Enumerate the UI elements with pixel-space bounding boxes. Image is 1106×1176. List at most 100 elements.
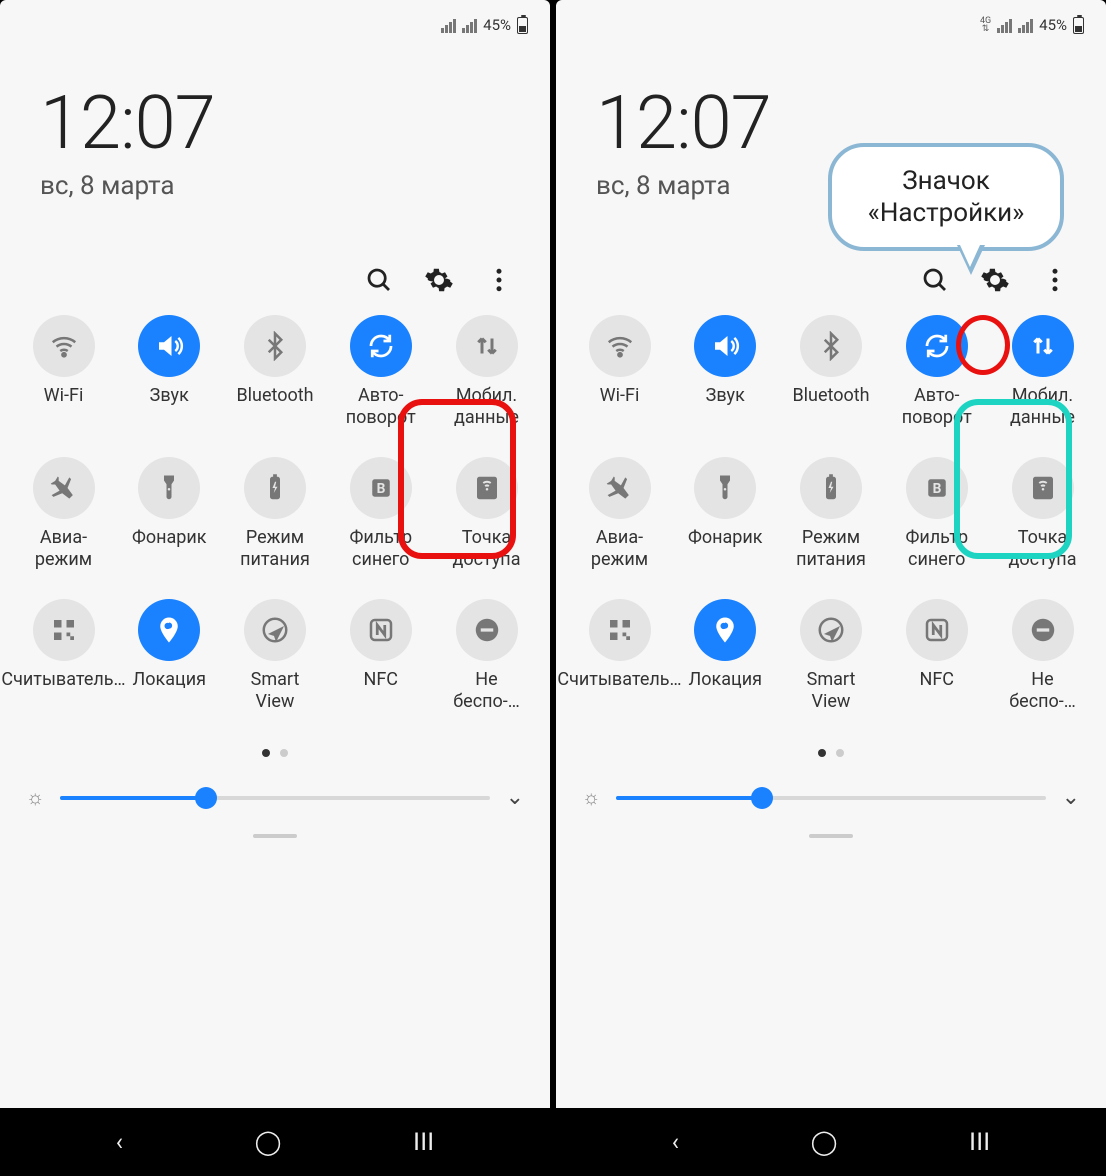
search-icon[interactable] — [362, 263, 396, 297]
tile-label: Wi-Fi — [44, 385, 84, 429]
location-icon — [694, 599, 756, 661]
drag-handle[interactable] — [0, 828, 550, 846]
search-icon[interactable] — [918, 263, 952, 297]
signal-sim1-icon — [997, 17, 1012, 33]
tile-nfc[interactable]: NFC — [889, 599, 984, 713]
nav-recent[interactable]: ⵏⵏⵏ — [969, 1128, 990, 1156]
bluetooth-icon — [800, 315, 862, 377]
tile-hotspot[interactable]: Точка доступа — [439, 457, 534, 571]
tile-label: Мобил. данные — [1010, 385, 1075, 429]
nav-home[interactable]: ◯ — [811, 1128, 838, 1156]
nav-recent[interactable]: ⵏⵏⵏ — [413, 1128, 434, 1156]
bluetooth-icon — [244, 315, 306, 377]
qr-icon — [589, 599, 651, 661]
tile-label: Авиа- режим — [591, 527, 648, 571]
status-bar: 45% — [0, 0, 550, 50]
phone-right: 4G⇅ 45% 12:07 вс, 8 марта Wi-FiЗвукBluet… — [556, 0, 1106, 1176]
tile-sound[interactable]: Звук — [678, 315, 773, 429]
tile-label: Звук — [706, 385, 745, 429]
tile-smartview[interactable]: Smart View — [784, 599, 879, 713]
tile-label: Не беспо-… — [453, 669, 520, 713]
tile-hotspot[interactable]: Точка доступа — [995, 457, 1090, 571]
tile-dnd[interactable]: Не беспо-… — [439, 599, 534, 713]
tile-label: Точка доступа — [452, 527, 520, 571]
tile-label: NFC — [919, 669, 954, 713]
clock-block: 12:07 вс, 8 марта — [0, 50, 550, 263]
tile-airplane[interactable]: Авиа- режим — [16, 457, 111, 571]
brightness-row: ☼ ⌄ — [0, 785, 550, 828]
tile-dnd[interactable]: Не беспо-… — [995, 599, 1090, 713]
sound-icon — [138, 315, 200, 377]
tile-power[interactable]: Режим питания — [784, 457, 879, 571]
bluefilter-icon: B — [350, 457, 412, 519]
notification-panel: 4G⇅ 45% 12:07 вс, 8 марта Wi-FiЗвукBluet… — [556, 0, 1106, 1108]
nfc-icon — [350, 599, 412, 661]
tile-qr[interactable]: Считыватель… — [572, 599, 667, 713]
tile-bluetooth[interactable]: Bluetooth — [784, 315, 879, 429]
dnd-icon — [1012, 599, 1074, 661]
phone-left: 45% 12:07 вс, 8 марта Wi-Fi ЗвукBluetooth… — [0, 0, 550, 1176]
wifi-icon — [589, 315, 651, 377]
power-icon — [244, 457, 306, 519]
clock-time: 12:07 — [40, 80, 510, 167]
svg-text:B: B — [376, 481, 385, 497]
tile-torch[interactable]: Фонарик — [678, 457, 773, 571]
brightness-expand-icon[interactable]: ⌄ — [1062, 785, 1080, 810]
tile-label: Считыватель… — [557, 669, 681, 713]
tile-sound[interactable]: Звук — [122, 315, 217, 429]
drag-handle[interactable] — [556, 828, 1106, 846]
tile-label: Точка доступа — [1008, 527, 1076, 571]
tile-nfc[interactable]: NFC — [333, 599, 428, 713]
gear-icon[interactable] — [422, 263, 456, 297]
tile-rotate[interactable]: Авто- поворот — [889, 315, 984, 429]
nav-home[interactable]: ◯ — [255, 1128, 282, 1156]
tile-location[interactable]: Локация — [122, 599, 217, 713]
brightness-auto-icon[interactable]: ☼ — [26, 785, 44, 810]
rotate-icon — [906, 315, 968, 377]
tile-label: Мобил. данные — [454, 385, 519, 429]
tile-label: Авиа- режим — [35, 527, 92, 571]
page-indicator — [0, 741, 550, 785]
hotspot-icon — [1012, 457, 1074, 519]
tile-label: Локация — [133, 669, 206, 713]
tile-data[interactable]: Мобил. данные — [995, 315, 1090, 429]
brightness-expand-icon[interactable]: ⌄ — [506, 785, 524, 810]
tile-bluefilter[interactable]: BФильтр синего — [889, 457, 984, 571]
tile-torch[interactable]: Фонарик — [122, 457, 217, 571]
nav-back[interactable]: ‹ — [116, 1128, 123, 1156]
action-row — [556, 263, 1106, 315]
tile-bluefilter[interactable]: B Фильтр синего — [333, 457, 428, 571]
data-icon — [1012, 315, 1074, 377]
tile-label: Считыватель… — [1, 669, 125, 713]
more-icon[interactable] — [482, 263, 516, 297]
airplane-icon — [589, 457, 651, 519]
tile-power[interactable]: Режим питания — [228, 457, 323, 571]
tile-wifi[interactable]: Wi-Fi — [572, 315, 667, 429]
tile-data[interactable]: Мобил. данные — [439, 315, 534, 429]
more-icon[interactable] — [1038, 263, 1072, 297]
tile-smartview[interactable]: Smart View — [228, 599, 323, 713]
tile-label: Не беспо-… — [1009, 669, 1076, 713]
tile-location[interactable]: Локация — [678, 599, 773, 713]
action-row — [0, 263, 550, 315]
status-bar: 4G⇅ 45% — [556, 0, 1106, 50]
tile-qr[interactable]: Считыватель… — [16, 599, 111, 713]
torch-icon — [694, 457, 756, 519]
tile-rotate[interactable]: Авто- поворот — [333, 315, 428, 429]
quick-tiles-grid: Wi-Fi ЗвукBluetoothАвто- поворот Мобил. да… — [0, 315, 550, 741]
smartview-icon — [800, 599, 862, 661]
tile-label: Авто- поворот — [902, 385, 972, 429]
brightness-auto-icon[interactable]: ☼ — [582, 785, 600, 810]
nav-back[interactable]: ‹ — [672, 1128, 679, 1156]
brightness-slider[interactable] — [60, 796, 489, 800]
tile-airplane[interactable]: Авиа- режим — [572, 457, 667, 571]
wifi-icon — [33, 315, 95, 377]
svg-text:B: B — [932, 481, 941, 497]
tile-bluetooth[interactable]: Bluetooth — [228, 315, 323, 429]
tile-label: Локация — [689, 669, 762, 713]
tile-wifi[interactable]: Wi-Fi — [16, 315, 111, 429]
tile-label: NFC — [363, 669, 398, 713]
tile-label: Фильтр синего — [349, 527, 412, 571]
brightness-slider[interactable] — [616, 796, 1045, 800]
clock-date: вс, 8 марта — [40, 171, 510, 201]
